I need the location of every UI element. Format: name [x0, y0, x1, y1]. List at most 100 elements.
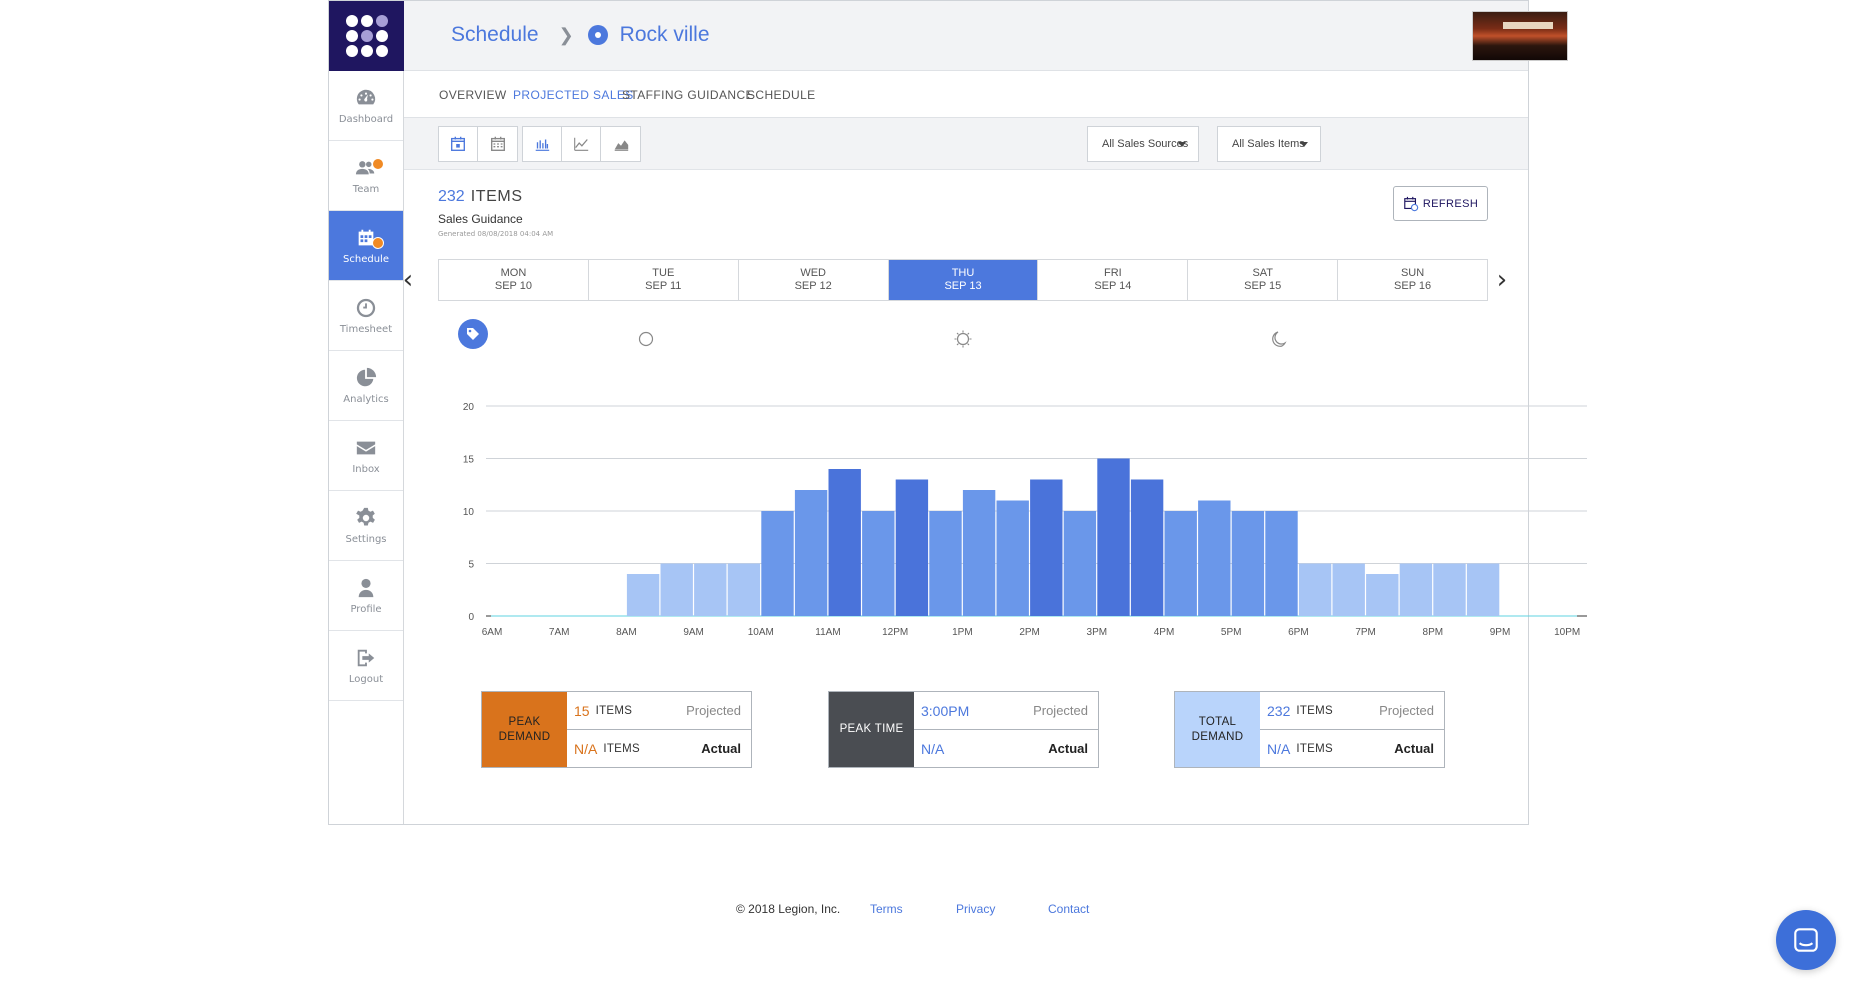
chart-bar — [727, 563, 761, 616]
day-mon[interactable]: MON SEP 10 — [439, 260, 589, 300]
privacy-link[interactable]: Privacy — [956, 902, 995, 916]
x-tick-label: 5PM — [1221, 627, 1242, 638]
actual-row: N/A ITEMS Actual — [1260, 730, 1444, 767]
x-tick-label: 3PM — [1087, 627, 1108, 638]
chart-bar — [1130, 479, 1164, 616]
card-body: 3:00PM Projected N/A Actual — [914, 692, 1098, 767]
x-tick-label: 1PM — [952, 627, 973, 638]
header: Schedule ❯ Rock ville — [404, 1, 1568, 71]
moon-icon[interactable] — [1271, 330, 1287, 348]
week-view-button[interactable] — [478, 127, 517, 161]
actual-tag: Actual — [701, 741, 741, 756]
tab-staffing-guidance[interactable]: STAFFING GUIDANCE — [622, 88, 754, 102]
sun-icon[interactable] — [954, 330, 972, 348]
breadcrumb-location[interactable]: Rock ville — [620, 23, 710, 47]
gear-icon — [354, 506, 378, 530]
breadcrumb-schedule-link[interactable]: Schedule — [451, 23, 539, 47]
sidebar-item-logout[interactable]: Logout — [329, 631, 403, 701]
chat-launcher-button[interactable] — [1776, 910, 1836, 970]
actual-unit: ITEMS — [1296, 742, 1333, 755]
toolbar: All Sales Sources All Sales Items — [404, 118, 1528, 170]
dashboard-icon — [354, 86, 378, 110]
sidebar-item-settings[interactable]: Settings — [329, 491, 403, 561]
chart-bar — [626, 574, 660, 616]
y-tick-label: 15 — [463, 455, 475, 466]
sidebar-item-profile[interactable]: Profile — [329, 561, 403, 631]
tab-schedule[interactable]: SCHEDULE — [747, 88, 816, 102]
sales-sources-dropdown[interactable]: All Sales Sources — [1087, 126, 1199, 162]
generated-timestamp: Generated 08/08/2018 04:04 AM — [438, 230, 554, 238]
calendar-day-icon — [451, 136, 465, 151]
morning-circle-icon[interactable] — [638, 331, 654, 347]
sidebar-item-schedule[interactable]: Schedule — [329, 211, 403, 281]
chart-bar — [1097, 458, 1130, 616]
day-name: SAT — [1252, 267, 1274, 279]
tab-projected-sales[interactable]: PROJECTED SALES — [513, 88, 634, 102]
projected-tag: Projected — [1379, 703, 1434, 718]
chart-bar — [1366, 574, 1399, 616]
day-name: THU — [951, 267, 975, 279]
tab-overview[interactable]: OVERVIEW — [439, 88, 507, 102]
terms-link[interactable]: Terms — [870, 902, 903, 916]
projected-tag: Projected — [686, 703, 741, 718]
x-tick-label: 7AM — [549, 627, 570, 638]
chart-bar — [761, 511, 794, 616]
sidebar-item-dashboard[interactable]: Dashboard — [329, 71, 403, 141]
card-title: PEAK TIME — [839, 723, 904, 735]
projected-row: 3:00PM Projected — [914, 692, 1098, 730]
day-date: SEP 16 — [1394, 280, 1432, 292]
card-body: 15 ITEMS Projected N/A ITEMS Actual — [567, 692, 751, 767]
day-tue[interactable]: TUE SEP 11 — [589, 260, 739, 300]
day-thu[interactable]: THU SEP 13 — [888, 260, 1039, 300]
day-date: SEP 12 — [794, 280, 832, 292]
x-tick-label: 9AM — [683, 627, 704, 638]
projected-tag: Projected — [1033, 703, 1088, 718]
day-sun[interactable]: SUN SEP 16 — [1338, 260, 1487, 300]
chart-bar — [1265, 511, 1298, 616]
next-week-arrow[interactable]: › — [1492, 265, 1512, 295]
day-fri[interactable]: FRI SEP 14 — [1038, 260, 1189, 300]
day-wed[interactable]: WED SEP 12 — [739, 260, 889, 300]
sidebar: Dashboard Team Schedule Timesheet Analyt… — [329, 1, 404, 824]
x-tick-label: 12PM — [882, 627, 908, 638]
x-tick-label: 11AM — [815, 627, 840, 638]
sidebar-item-analytics[interactable]: Analytics — [329, 351, 403, 421]
prev-week-arrow[interactable]: ‹ — [398, 265, 418, 295]
x-tick-label: 6PM — [1288, 627, 1309, 638]
projected-sales-chart: 0 5 10 15 20 6AM 7AM 8AM 9AM 10AM 11AM 12PM 1PM 2PM 3P… — [463, 402, 1587, 638]
sidebar-item-label: Inbox — [352, 464, 380, 475]
chart-bar — [1063, 511, 1097, 616]
refresh-button[interactable]: REFRESH — [1393, 186, 1488, 221]
tab-bar: OVERVIEW PROJECTED SALES STAFFING GUIDAN… — [404, 71, 1528, 118]
tag-filter-button[interactable] — [458, 319, 488, 349]
line-chart-button[interactable] — [562, 127, 601, 161]
actual-tag: Actual — [1394, 741, 1434, 756]
legion-logo[interactable] — [329, 1, 404, 71]
tag-icon — [467, 328, 479, 340]
sidebar-item-team[interactable]: Team — [329, 141, 403, 211]
day-name: FRI — [1104, 267, 1122, 279]
area-chart-button[interactable] — [601, 127, 640, 161]
sales-items-dropdown[interactable]: All Sales Items — [1217, 126, 1321, 162]
x-tick-label: 6AM — [482, 627, 503, 638]
sidebar-item-inbox[interactable]: Inbox — [329, 421, 403, 491]
chart-bar — [862, 511, 895, 616]
x-tick-label: 9PM — [1490, 627, 1511, 638]
sidebar-item-timesheet[interactable]: Timesheet — [329, 281, 403, 351]
card-header: TOTAL DEMAND — [1175, 692, 1260, 767]
day-date: SEP 10 — [494, 280, 532, 292]
day-view-button[interactable] — [439, 127, 478, 161]
chart-bar — [1332, 563, 1365, 616]
contact-link[interactable]: Contact — [1048, 902, 1089, 916]
bar-chart-button[interactable] — [523, 127, 562, 161]
chart-bar — [1433, 563, 1466, 616]
day-date: SEP 15 — [1244, 280, 1282, 292]
sales-sources-value: All Sales Sources — [1102, 138, 1189, 150]
projected-unit: ITEMS — [1296, 704, 1333, 717]
day-sat[interactable]: SAT SEP 15 — [1188, 260, 1339, 300]
sidebar-item-label: Logout — [348, 674, 384, 685]
items-count-value: 232 — [438, 188, 465, 205]
sidebar-item-label: Dashboard — [338, 114, 394, 125]
projected-value: 15 — [574, 702, 590, 719]
sales-items-value: All Sales Items — [1232, 138, 1305, 150]
